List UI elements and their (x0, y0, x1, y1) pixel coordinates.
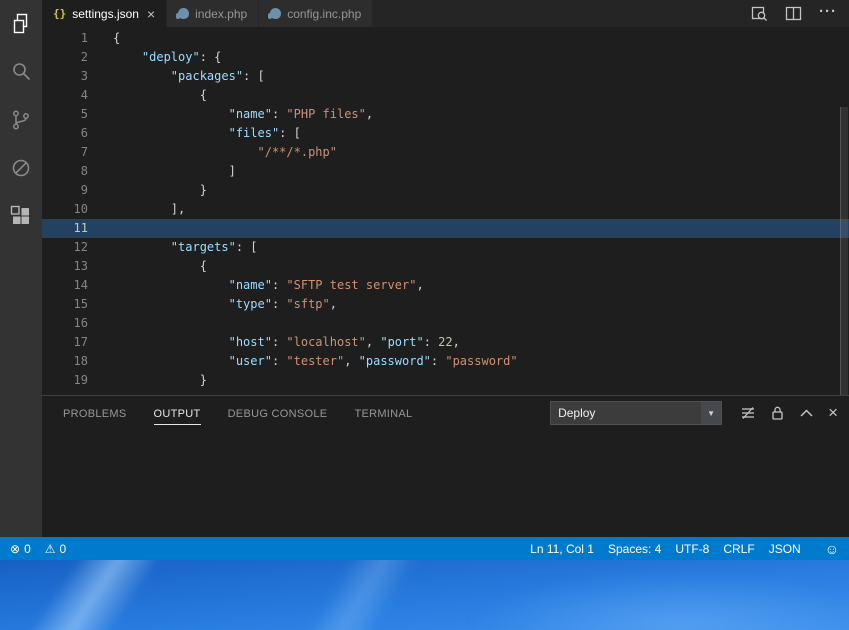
line-number: 5 (42, 105, 88, 124)
source-control-icon[interactable] (0, 96, 42, 144)
indentation[interactable]: Spaces: 4 (601, 542, 668, 556)
maximize-panel-icon[interactable] (799, 408, 814, 418)
eol[interactable]: CRLF (716, 542, 761, 556)
panel-tab-terminal[interactable]: TERMINAL (354, 404, 412, 425)
status-right: Ln 11, Col 1Spaces: 4UTF-8CRLFJSON (523, 542, 808, 556)
error-icon: ⊗ (10, 542, 20, 556)
code-line[interactable]: 16 (42, 314, 849, 333)
code-line[interactable]: 13 { (42, 257, 849, 276)
language-mode[interactable]: JSON (762, 542, 808, 556)
editor-group: {} settings.json × index.php config.inc.php (42, 0, 849, 537)
line-number: 12 (42, 238, 88, 257)
panel-content (42, 430, 849, 537)
code-line[interactable]: 5 "name": "PHP files", (42, 105, 849, 124)
search-icon[interactable] (0, 48, 42, 96)
output-channel-value: Deploy (551, 406, 701, 420)
line-number: 1 (42, 29, 88, 48)
tab-label: settings.json (72, 7, 139, 21)
code-line[interactable]: 18 "user": "tester", "password": "passwo… (42, 352, 849, 371)
line-number: 16 (42, 314, 88, 333)
vscode-window: {} settings.json × index.php config.inc.php (0, 0, 849, 560)
line-number: 9 (42, 181, 88, 200)
code-lines: 1{2 "deploy": {3 "packages": [4 {5 "name… (42, 29, 849, 390)
tab-index.php[interactable]: index.php (167, 0, 259, 27)
code-line[interactable]: 2 "deploy": { (42, 48, 849, 67)
problems-status[interactable]: ⊗ 0 ⚠ 0 (10, 542, 66, 556)
panel-tab-debug-console[interactable]: DEBUG CONSOLE (228, 404, 328, 425)
cursor-position[interactable]: Ln 11, Col 1 (523, 542, 601, 556)
line-number: 18 (42, 352, 88, 371)
line-number: 8 (42, 162, 88, 181)
panel-actions: Deploy ▼ (550, 401, 849, 425)
line-number: 19 (42, 371, 88, 390)
code-line[interactable]: 7 "/**/*.php" (42, 143, 849, 162)
extensions-icon[interactable] (0, 192, 42, 240)
tab-close-icon[interactable]: × (147, 7, 155, 21)
code-line[interactable]: 3 "packages": [ (42, 67, 849, 86)
screen: {} settings.json × index.php config.inc.php (0, 0, 849, 630)
close-panel-icon[interactable]: × (828, 404, 838, 423)
warning-icon: ⚠ (45, 542, 56, 556)
line-number: 10 (42, 200, 88, 219)
code-line[interactable]: 8 ] (42, 162, 849, 181)
json-braces-icon: {} (53, 7, 66, 20)
line-number: 7 (42, 143, 88, 162)
line-number: 2 (42, 48, 88, 67)
error-count: 0 (24, 542, 31, 556)
code-line[interactable]: 6 "files": [ (42, 124, 849, 143)
activity-bar (0, 0, 42, 537)
panel-tab-output[interactable]: OUTPUT (154, 404, 201, 425)
code-line[interactable]: 10 ], (42, 200, 849, 219)
dropdown-arrow-icon: ▼ (701, 402, 721, 424)
warning-count: 0 (60, 542, 67, 556)
line-number: 17 (42, 333, 88, 352)
tab-config.inc.php[interactable]: config.inc.php (259, 0, 373, 27)
line-number: 15 (42, 295, 88, 314)
code-line[interactable]: 17 "host": "localhost", "port": 22, (42, 333, 849, 352)
feedback-smiley-icon[interactable]: ☺ (818, 541, 839, 557)
debug-icon[interactable] (0, 144, 42, 192)
line-number: 4 (42, 86, 88, 105)
line-number: 6 (42, 124, 88, 143)
code-line[interactable]: 1{ (42, 29, 849, 48)
encoding[interactable]: UTF-8 (668, 542, 716, 556)
code-line[interactable]: 15 "type": "sftp", (42, 295, 849, 314)
code-line[interactable]: 19 } (42, 371, 849, 390)
php-icon (270, 8, 281, 19)
editor: 1{2 "deploy": {3 "packages": [4 {5 "name… (42, 27, 849, 395)
wallpaper-glow (469, 570, 849, 630)
code-line[interactable]: 14 "name": "SFTP test server", (42, 276, 849, 295)
tab-strip: {} settings.json × index.php config.inc.php (42, 0, 373, 27)
more-actions-icon[interactable]: ··· (819, 4, 837, 23)
split-editor-icon[interactable] (785, 5, 802, 22)
clear-output-icon[interactable] (740, 405, 756, 421)
code-line[interactable]: 4 { (42, 86, 849, 105)
php-icon (178, 8, 189, 19)
panel-tab-strip: PROBLEMS OUTPUT DEBUG CONSOLE TERMINAL (63, 404, 439, 422)
code-line[interactable]: 12 "targets": [ (42, 238, 849, 257)
explorer-icon[interactable] (0, 0, 42, 48)
scrollbar-thumb[interactable] (840, 107, 848, 395)
tab-label: index.php (195, 7, 247, 21)
panel: PROBLEMS OUTPUT DEBUG CONSOLE TERMINAL Depl… (42, 395, 849, 537)
tab-label: config.inc.php (287, 7, 361, 21)
tab-settings.json[interactable]: {} settings.json × (42, 0, 167, 27)
panel-tab-problems[interactable]: PROBLEMS (63, 404, 127, 425)
code-line[interactable]: 11 (42, 219, 849, 238)
line-number: 13 (42, 257, 88, 276)
output-channel-select[interactable]: Deploy ▼ (550, 401, 722, 425)
open-preview-icon[interactable] (751, 5, 768, 22)
scroll-lock-icon[interactable] (770, 405, 785, 421)
status-bar: ⊗ 0 ⚠ 0 Ln 11, Col 1Spaces: 4UTF-8CRLFJS… (0, 537, 849, 560)
panel-header: PROBLEMS OUTPUT DEBUG CONSOLE TERMINAL Depl… (42, 396, 849, 430)
line-number: 3 (42, 67, 88, 86)
code-line[interactable]: 9 } (42, 181, 849, 200)
line-number: 11 (42, 219, 88, 238)
tab-bar: {} settings.json × index.php config.inc.php (42, 0, 849, 27)
editor-actions: ··· (751, 0, 849, 27)
line-number: 14 (42, 276, 88, 295)
